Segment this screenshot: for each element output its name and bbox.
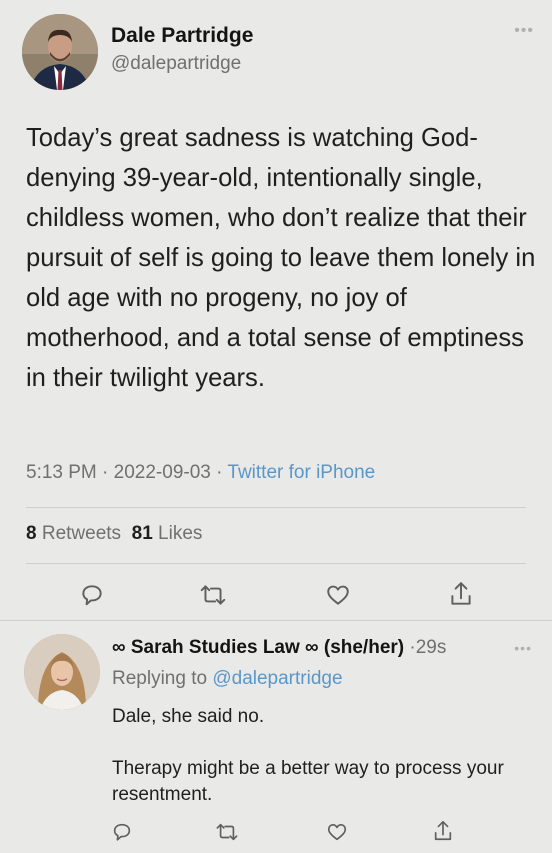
likes-label: Likes: [158, 523, 203, 544]
reply-button[interactable]: [79, 582, 105, 608]
reply-more-dots-icon[interactable]: •••: [514, 640, 532, 656]
divider: [26, 507, 526, 508]
more-dots-icon[interactable]: •••: [514, 22, 534, 40]
tweet-meta: 5:13 PM · 2022-09-03 · Twitter for iPhon…: [26, 462, 375, 484]
share-icon: [434, 821, 452, 841]
meta-separator: ·: [102, 462, 109, 483]
like-icon: [327, 824, 347, 841]
author-handle[interactable]: @dalepartridge: [111, 53, 241, 75]
retweet-button[interactable]: [199, 582, 227, 608]
tweet-stats: 8 Retweets 81 Likes: [26, 523, 202, 545]
replying-mention-link[interactable]: @dalepartridge: [212, 668, 342, 689]
reply-text: Dale, she said no. Therapy might be a be…: [112, 704, 532, 808]
reply-text-line: Dale, she said no.: [112, 706, 265, 727]
reply-reply-button[interactable]: [111, 821, 133, 843]
divider: [26, 563, 526, 564]
reply-icon: [82, 585, 102, 606]
likes-count: 81: [131, 523, 153, 544]
retweet-icon: [200, 585, 226, 605]
reply-icon: [113, 823, 131, 841]
retweets-count: 8: [26, 523, 37, 544]
tweet-source-link[interactable]: Twitter for iPhone: [227, 462, 375, 483]
reply-text-line: Therapy might be a better way to process…: [112, 758, 504, 805]
tweet-date[interactable]: 2022-09-03: [114, 462, 211, 483]
author-avatar[interactable]: [22, 14, 98, 90]
reply-share-button[interactable]: [432, 819, 454, 843]
retweets-link[interactable]: 8 Retweets: [26, 523, 121, 544]
reply-retweet-button[interactable]: [215, 821, 239, 843]
reply-like-button[interactable]: [326, 821, 348, 843]
author-name[interactable]: Dale Partridge: [111, 24, 253, 48]
tweet-text: Today’s great sadness is watching God-de…: [26, 124, 536, 392]
reply-author-name[interactable]: ∞ Sarah Studies Law ∞ (she/her): [112, 637, 404, 658]
like-button[interactable]: [325, 582, 351, 608]
retweets-label: Retweets: [41, 523, 122, 544]
replying-prefix: Replying to: [112, 668, 208, 689]
share-icon: [451, 582, 471, 605]
reply-time[interactable]: 29s: [416, 637, 447, 658]
likes-link[interactable]: 81 Likes: [132, 523, 203, 544]
reply-author-avatar[interactable]: [24, 634, 100, 710]
like-icon: [327, 585, 349, 605]
divider: [0, 620, 552, 621]
replying-to: Replying to @dalepartridge: [112, 668, 343, 690]
tweet-time[interactable]: 5:13 PM: [26, 462, 97, 483]
reply-author-line: ∞ Sarah Studies Law ∞ (she/her) ·29s: [112, 637, 446, 659]
share-button[interactable]: [448, 580, 474, 608]
meta-separator: ·: [216, 462, 223, 483]
retweet-icon: [216, 823, 238, 841]
